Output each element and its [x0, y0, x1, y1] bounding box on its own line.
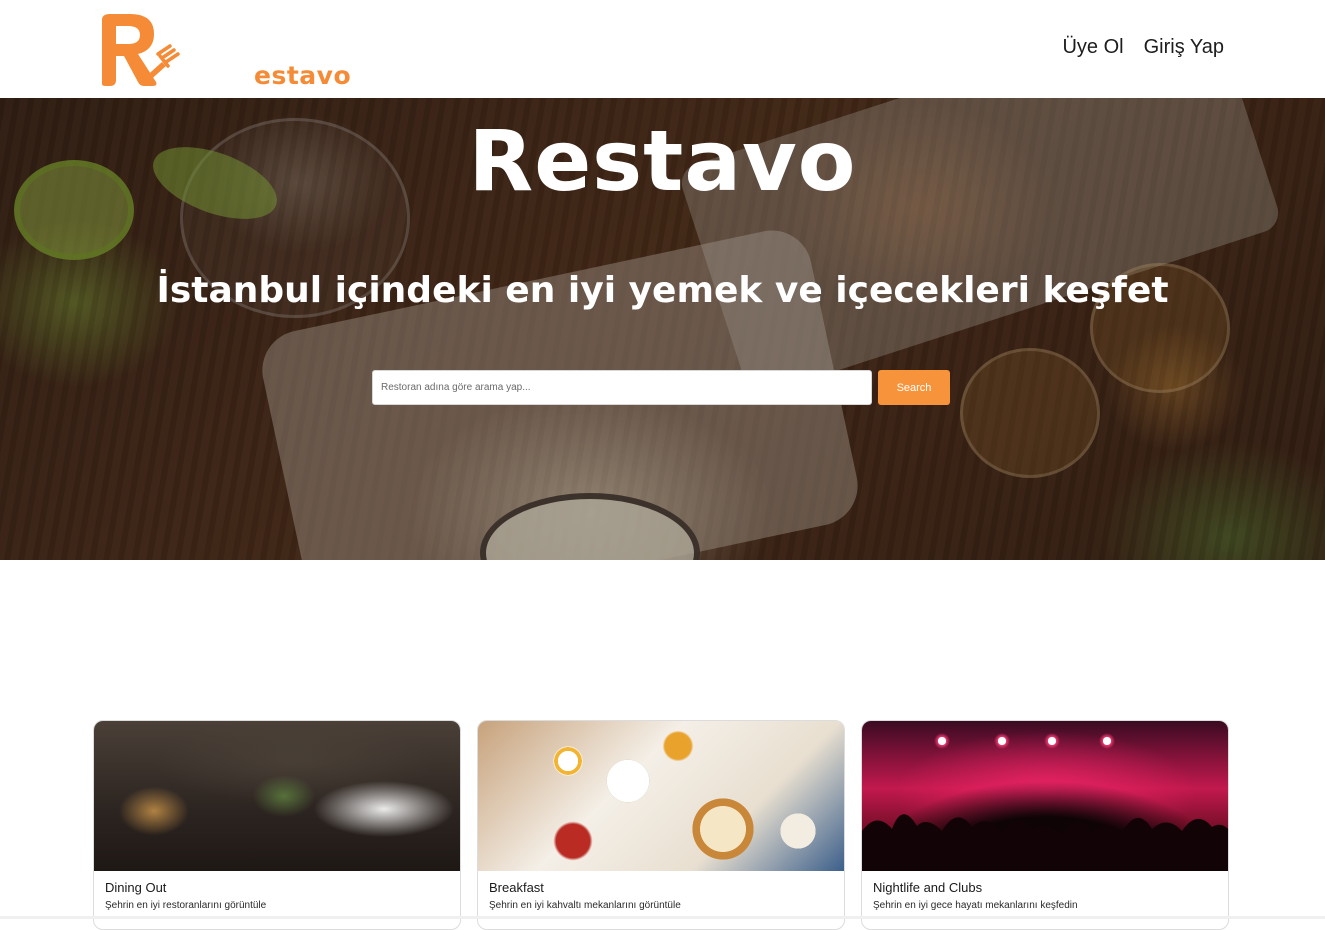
- crowd-silhouette: [862, 814, 1228, 871]
- nightlife-image: [862, 721, 1228, 871]
- top-nav: Üye Ol Giriş Yap: [1062, 36, 1224, 59]
- breakfast-image: [478, 721, 844, 871]
- search-button[interactable]: Search: [878, 370, 950, 405]
- site-header: estavo Üye Ol Giriş Yap: [0, 0, 1325, 98]
- card-description: Şehrin en iyi gece hayatı mekanlarını ke…: [873, 900, 1078, 911]
- category-cards: Dining Out Şehrin en iyi restoranlarını …: [93, 720, 1229, 930]
- search-input[interactable]: [372, 370, 872, 405]
- card-breakfast[interactable]: Breakfast Şehrin en iyi kahvaltı mekanla…: [477, 720, 845, 930]
- card-nightlife[interactable]: Nightlife and Clubs Şehrin en iyi gece h…: [861, 720, 1229, 930]
- login-link[interactable]: Giriş Yap: [1144, 36, 1224, 59]
- logo-text: estavo: [254, 61, 352, 90]
- logo-r-fork-icon: [102, 14, 180, 86]
- search-bar: Search: [372, 370, 950, 405]
- card-description: Şehrin en iyi restoranlarını görüntüle: [105, 900, 267, 911]
- hero-subtitle: İstanbul içindeki en iyi yemek ve içecek…: [156, 270, 1169, 311]
- card-title: Nightlife and Clubs: [873, 880, 983, 895]
- dining-out-image: [94, 721, 460, 871]
- card-title: Breakfast: [489, 880, 544, 895]
- restavo-logo[interactable]: estavo: [96, 10, 351, 90]
- card-dining-out[interactable]: Dining Out Şehrin en iyi restoranlarını …: [93, 720, 461, 930]
- hero-banner: Restavo İstanbul içindeki en iyi yemek v…: [0, 98, 1325, 560]
- card-title: Dining Out: [105, 880, 167, 895]
- card-description: Şehrin en iyi kahvaltı mekanlarını görün…: [489, 900, 681, 911]
- hero-title: Restavo: [468, 112, 857, 210]
- signup-link[interactable]: Üye Ol: [1062, 36, 1123, 59]
